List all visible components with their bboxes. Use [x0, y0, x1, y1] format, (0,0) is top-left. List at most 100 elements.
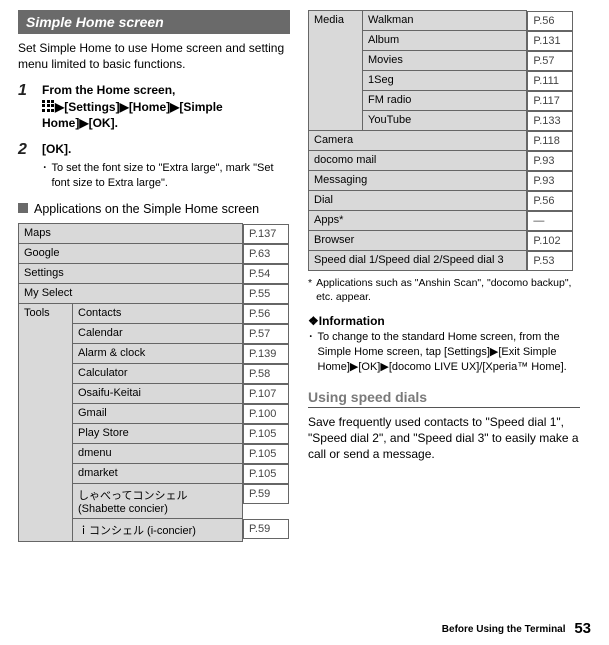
table-row: SettingsP.54 [19, 264, 290, 284]
page-footer: Before Using the Terminal 53 [442, 620, 591, 637]
cell-page: P.56 [527, 11, 573, 31]
cell-page: P.57 [527, 51, 573, 71]
cell-name: Album [363, 31, 527, 51]
bullet-dot-icon: ･ [42, 161, 48, 191]
cell-name: Settings [19, 264, 243, 284]
cell-page: P.55 [243, 284, 289, 304]
table-row: DialP.56 [309, 191, 580, 211]
cell-page: P.100 [243, 404, 289, 424]
cell-name: Speed dial 1/Speed dial 2/Speed dial 3 [309, 251, 527, 271]
apps-table-right: Media WalkmanP.56 AlbumP.131 MoviesP.57 … [308, 10, 580, 271]
bullet-dot-icon: ･ [308, 330, 314, 375]
cell-page: P.56 [527, 191, 573, 211]
cell-page: P.107 [243, 384, 289, 404]
cell-category: Tools [19, 304, 73, 542]
cell-page: P.139 [243, 344, 289, 364]
table-row: docomo mailP.93 [309, 151, 580, 171]
triangle-icon: ▶ [55, 100, 64, 114]
cell-name: Messaging [309, 171, 527, 191]
footer-label: Before Using the Terminal [442, 624, 566, 635]
cell-page: P.133 [527, 111, 573, 131]
apps-table-left: MapsP.137 GoogleP.63 SettingsP.54 My Sel… [18, 223, 290, 542]
triangle-icon: ▶ [170, 100, 179, 114]
table-row: GoogleP.63 [19, 244, 290, 264]
footnote-text: Applications such as "Anshin Scan", "doc… [316, 277, 580, 304]
table-row: Tools ContactsP.56 [19, 304, 290, 324]
cell-page: P.54 [243, 264, 289, 284]
cell-name: YouTube [363, 111, 527, 131]
section-header: Simple Home screen [18, 10, 290, 34]
cell-name: Dial [309, 191, 527, 211]
cell-page: P.102 [527, 231, 573, 251]
cell-name: Contacts [73, 304, 243, 324]
table-row: MapsP.137 [19, 224, 290, 244]
triangle-icon: ▶ [120, 100, 129, 114]
table-row: Speed dial 1/Speed dial 2/Speed dial 3P.… [309, 251, 580, 271]
triangle-icon: ▶ [79, 116, 88, 130]
cell-name: 1Seg [363, 71, 527, 91]
cell-page: P.105 [243, 464, 289, 484]
cell-name: Google [19, 244, 243, 264]
step1-seg-d: [OK]. [89, 116, 118, 130]
information-heading: ❖Information [308, 314, 580, 328]
cell-name: Osaifu-Keitai [73, 384, 243, 404]
cell-name: Camera [309, 131, 527, 151]
table-row: My SelectP.55 [19, 284, 290, 304]
cell-page: P.56 [243, 304, 289, 324]
cell-name: Play Store [73, 424, 243, 444]
cell-page: P.63 [243, 244, 289, 264]
cell-page: P.59 [243, 519, 289, 539]
cell-page: P.53 [527, 251, 573, 271]
cell-page: P.111 [527, 71, 573, 91]
step1-seg-a: [Settings] [64, 100, 119, 114]
cell-page: P.117 [527, 91, 573, 111]
cell-name: Apps* [309, 211, 527, 231]
subsection-heading: Using speed dials [308, 389, 580, 408]
cell-page: P.59 [243, 484, 289, 504]
cell-name: Movies [363, 51, 527, 71]
subsection-paragraph: Save frequently used contacts to "Speed … [308, 414, 580, 463]
step-2-bullet: To set the font size to "Extra large", m… [52, 161, 291, 191]
footnote-mark: * [308, 277, 312, 304]
cell-name: docomo mail [309, 151, 527, 171]
subhead-text: Applications on the Simple Home screen [34, 201, 259, 217]
step-1-number: 1 [18, 82, 32, 131]
cell-name: しゃべってコンシェル (Shabette concier) [73, 484, 243, 519]
cell-page: P.57 [243, 324, 289, 344]
intro-paragraph: Set Simple Home to use Home screen and s… [18, 40, 290, 72]
step-1-line1: From the Home screen, [42, 83, 175, 97]
step-1-title: From the Home screen, ▶[Settings]▶[Home]… [42, 82, 290, 131]
cell-name: Walkman [363, 11, 527, 31]
table-row: Apps*— [309, 211, 580, 231]
cell-name: Alarm & clock [73, 344, 243, 364]
footer-page-number: 53 [574, 620, 591, 637]
cell-name: Calculator [73, 364, 243, 384]
square-bullet-icon [18, 203, 28, 213]
table-row: CameraP.118 [309, 131, 580, 151]
cell-name: ｉコンシェル (i-concier) [73, 519, 243, 542]
cell-name: dmarket [73, 464, 243, 484]
apps-grid-icon [42, 100, 54, 112]
table-row: MessagingP.93 [309, 171, 580, 191]
cell-page: P.93 [527, 151, 573, 171]
table-row: Media WalkmanP.56 [309, 11, 580, 31]
cell-name: My Select [19, 284, 243, 304]
step-2-title: [OK]. [42, 141, 290, 157]
cell-name: Maps [19, 224, 243, 244]
cell-page: — [527, 211, 573, 231]
cell-page: P.105 [243, 424, 289, 444]
cell-page: P.58 [243, 364, 289, 384]
cell-page: P.137 [243, 224, 289, 244]
cell-category: Media [309, 11, 363, 131]
step1-seg-b: [Home] [129, 100, 170, 114]
cell-page: P.118 [527, 131, 573, 151]
information-bullet: To change to the standard Home screen, f… [318, 330, 581, 375]
cell-page: P.105 [243, 444, 289, 464]
cell-name: Browser [309, 231, 527, 251]
cell-name: FM radio [363, 91, 527, 111]
cell-name: Calendar [73, 324, 243, 344]
table-row: BrowserP.102 [309, 231, 580, 251]
cell-name: Gmail [73, 404, 243, 424]
cell-page: P.93 [527, 171, 573, 191]
step-2-number: 2 [18, 141, 32, 191]
